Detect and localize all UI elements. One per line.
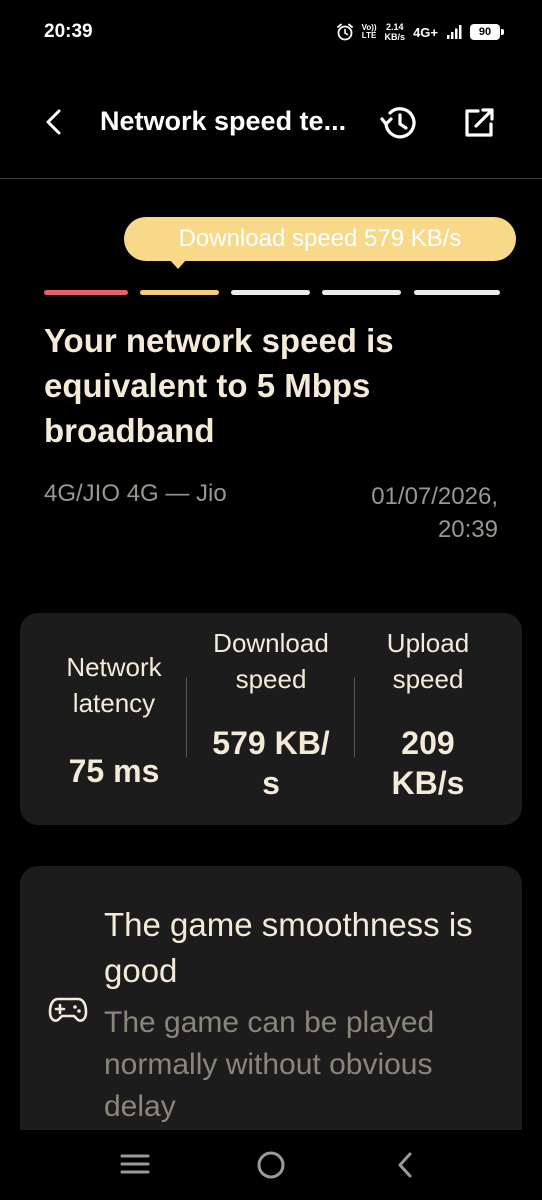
history-button[interactable] — [378, 102, 420, 144]
speed-level-segment — [414, 290, 500, 295]
download-speed-tooltip: Download speed 579 KB/s — [124, 217, 516, 261]
speed-test-result-screen: 20:39 Vo)) LTE 2.14 KB/s 4G+ 90 Network … — [0, 0, 542, 1200]
game-smoothness-description: The game can be played normally without … — [104, 1006, 435, 1123]
latency-label: Network latency — [48, 649, 180, 721]
test-date: 01/07/2026, — [371, 483, 498, 510]
test-timestamp: 01/07/2026, 20:39 — [371, 480, 498, 546]
stat-divider — [354, 677, 355, 757]
speed-stats-card: Network latency 75 ms Download speed 579… — [20, 613, 522, 825]
history-icon — [380, 107, 416, 139]
network-type: 4G+ — [413, 24, 438, 40]
nav-back-icon — [398, 1152, 412, 1178]
system-nav-bar — [0, 1130, 542, 1200]
menu-lines-icon — [120, 1154, 150, 1174]
back-arrow-icon — [46, 109, 61, 135]
upload-value-line: 209 — [401, 725, 455, 761]
test-time: 20:39 — [437, 516, 498, 543]
download-stat: Download speed 579 KB/ s — [190, 625, 352, 803]
speed-level-segment — [44, 290, 128, 295]
status-time: 20:39 — [44, 21, 93, 42]
download-value-line: s — [262, 765, 280, 801]
download-value-line: 579 KB/ — [212, 725, 330, 761]
status-icons: Vo)) LTE 2.14 KB/s 4G+ 90 — [336, 22, 504, 42]
upload-label-line: speed — [392, 664, 464, 694]
stat-divider — [186, 677, 187, 757]
recents-button[interactable] — [120, 1152, 150, 1181]
alarm-icon — [336, 23, 354, 41]
battery-icon: 90 — [470, 24, 504, 40]
download-label: Download speed — [190, 625, 352, 697]
gamepad-icon — [48, 994, 88, 1031]
latency-value: 75 ms — [68, 753, 160, 789]
latency-label-line: Network — [66, 652, 162, 682]
speed-level-segment — [322, 290, 401, 295]
speed-level-segment — [231, 290, 310, 295]
download-value: 579 KB/ s — [190, 723, 352, 803]
speed-level-segment — [140, 290, 219, 295]
open-external-icon — [465, 108, 494, 137]
upload-value-line: KB/s — [391, 765, 465, 801]
net-speed-value: 2.14 — [386, 22, 404, 32]
upload-label: Upload speed — [360, 625, 496, 697]
network-name: 4G/JIO 4G — Jio — [44, 480, 227, 507]
result-headline: Your network speed is equivalent to 5 Mb… — [44, 322, 394, 449]
upload-value: 209 KB/s — [360, 723, 496, 803]
signal-icon — [446, 24, 462, 40]
game-smoothness-card[interactable]: The game smoothness is good The game can… — [20, 866, 522, 1166]
latency-stat: Network latency 75 ms — [48, 649, 180, 791]
nav-back-button[interactable] — [394, 1150, 416, 1185]
upload-label-line: Upload — [386, 628, 470, 658]
latency-label-line: latency — [72, 688, 156, 718]
page-title: Network speed te... — [100, 106, 347, 136]
speed-level-indicator — [44, 290, 500, 296]
app-bar-divider — [0, 178, 542, 179]
home-circle-icon — [257, 1151, 285, 1179]
status-bar: 20:39 Vo)) LTE 2.14 KB/s 4G+ 90 — [0, 0, 542, 64]
game-smoothness-title: The game smoothness is good — [104, 906, 473, 989]
volte-indicator: Vo)) LTE — [362, 24, 377, 40]
download-label-line: speed — [235, 664, 307, 694]
network-speed-indicator: 2.14 KB/s — [385, 22, 406, 42]
net-speed-unit: KB/s — [384, 32, 406, 42]
back-button[interactable] — [38, 104, 70, 140]
home-button[interactable] — [256, 1150, 286, 1185]
upload-stat: Upload speed 209 KB/s — [360, 625, 496, 803]
app-bar: Network speed te... — [0, 86, 542, 158]
volte-bottom: LTE — [361, 31, 377, 40]
download-label-line: Download — [213, 628, 329, 658]
open-external-button[interactable] — [458, 102, 500, 144]
tooltip-pointer — [169, 259, 187, 269]
